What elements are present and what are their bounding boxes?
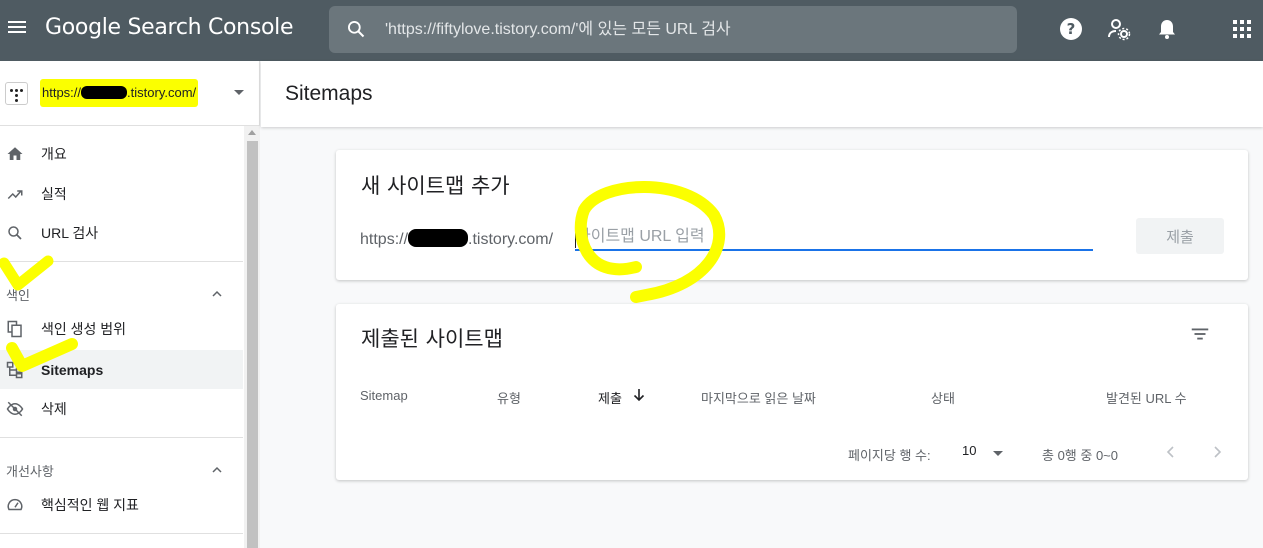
sidebar-item-overview[interactable]: 개요: [0, 134, 243, 173]
column-header-submitted[interactable]: 제출: [598, 388, 622, 407]
submitted-sitemaps-card: 제출된 사이트맵 Sitemap 유형 제출 마지막으로 읽은 날짜 상태 발견…: [336, 304, 1248, 480]
column-header-type[interactable]: 유형: [497, 388, 521, 407]
speed-icon: [7, 498, 23, 510]
sidebar-item-label: 삭제: [41, 400, 67, 417]
property-url-suffix: .tistory.com/: [127, 85, 197, 100]
sidebar-scrollbar-thumb[interactable]: [247, 141, 258, 548]
filter-list-icon[interactable]: [1189, 323, 1211, 345]
chevron-down-icon[interactable]: [234, 90, 244, 95]
notifications-icon[interactable]: [1155, 17, 1179, 41]
rows-per-page-label: 페이지당 행 수:: [848, 448, 931, 463]
page-header: Sitemaps: [261, 61, 1263, 127]
card-title: 제출된 사이트맵: [361, 327, 503, 351]
column-header-status[interactable]: 상태: [931, 388, 955, 407]
prefix-start: https://: [360, 231, 409, 248]
redaction-mark: [408, 229, 469, 247]
svg-text:?: ?: [1067, 20, 1076, 38]
app-bar: Google Search Console ?: [0, 0, 1263, 61]
home-icon: [7, 146, 23, 160]
manage-users-icon[interactable]: [1107, 17, 1131, 41]
search-input[interactable]: [385, 6, 1005, 53]
sidebar-item-label: URL 검사: [41, 224, 99, 241]
sidebar-divider: [0, 437, 243, 438]
tistory-logo-icon: [5, 82, 28, 105]
trending-up-icon: [7, 189, 23, 199]
sidebar-divider: [0, 533, 243, 534]
url-inspection-search[interactable]: [329, 6, 1017, 53]
menu-icon[interactable]: [6, 18, 28, 40]
submit-button[interactable]: 제출: [1136, 218, 1224, 254]
sidebar-item-performance[interactable]: 실적: [0, 174, 243, 213]
marker-check-annotation: [0, 255, 54, 291]
chevron-right-icon[interactable]: [1208, 443, 1226, 461]
sidebar-item-label: 실적: [41, 185, 67, 202]
chevron-up-icon[interactable]: [212, 465, 222, 475]
chevron-up-icon[interactable]: [212, 289, 222, 299]
pagination-range: 총 0행 중 0~0: [1042, 448, 1118, 463]
card-title: 새 사이트맵 추가: [361, 174, 510, 198]
search-icon: [8, 225, 22, 240]
sidebar-item-removals[interactable]: 삭제: [0, 389, 243, 428]
file-copy-icon: [7, 320, 22, 337]
property-url-prefix: https://: [42, 85, 82, 100]
search-icon[interactable]: [346, 19, 366, 39]
apps-grid-icon[interactable]: [1230, 17, 1254, 41]
sidebar-item-url-inspection[interactable]: URL 검사: [0, 213, 243, 252]
scroll-up-arrow-icon[interactable]: [248, 130, 256, 135]
chevron-left-icon[interactable]: [1162, 443, 1180, 461]
help-icon[interactable]: ?: [1059, 17, 1083, 41]
sitemap-url-prefix: https:// .tistory.com/: [360, 229, 553, 249]
column-header-sitemap[interactable]: Sitemap: [360, 388, 408, 403]
chevron-down-icon[interactable]: [993, 451, 1003, 456]
property-url[interactable]: https:// .tistory.com/: [40, 79, 199, 107]
add-sitemap-card: 새 사이트맵 추가 https:// .tistory.com/ 제출: [336, 150, 1248, 303]
redaction-mark: [81, 86, 128, 99]
sidebar-item-core-web-vitals[interactable]: 핵심적인 웹 지표: [0, 485, 243, 524]
app-title[interactable]: Google Search Console: [45, 15, 293, 40]
column-header-last-read[interactable]: 마지막으로 읽은 날짜: [701, 388, 816, 407]
section-title: 개선사항: [6, 464, 54, 479]
column-header-discovered-urls[interactable]: 발견된 URL 수: [1106, 388, 1187, 407]
marker-circle-annotation: [574, 181, 726, 303]
sidebar-item-label: 핵심적인 웹 지표: [41, 496, 139, 513]
page-title: Sitemaps: [285, 82, 373, 105]
arrow-down-icon[interactable]: [632, 387, 646, 403]
property-selector[interactable]: https:// .tistory.com/: [0, 61, 260, 126]
prefix-end: .tistory.com/: [468, 231, 554, 248]
marker-check-annotation: [6, 338, 78, 372]
sidebar-item-label: 개요: [41, 145, 67, 162]
visibility-off-icon: [6, 401, 24, 416]
